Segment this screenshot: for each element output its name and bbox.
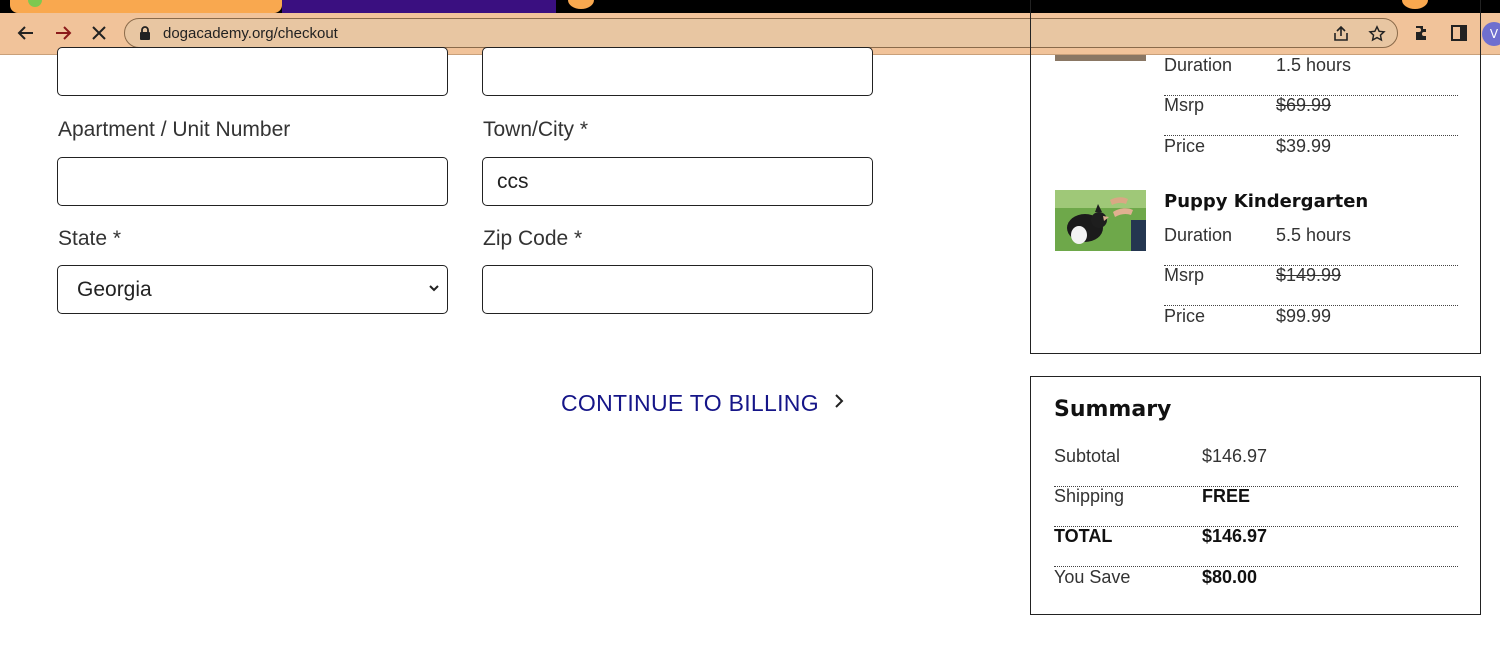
town-input[interactable]: ccs bbox=[482, 157, 873, 206]
price-label: Price bbox=[1164, 306, 1206, 326]
product-image bbox=[1055, 190, 1146, 251]
msrp-label: Msrp bbox=[1164, 265, 1204, 285]
state-select[interactable]: Georgia bbox=[57, 265, 448, 314]
tab-favicon bbox=[28, 0, 42, 7]
total-label: TOTAL bbox=[1054, 526, 1113, 546]
item-1-duration-row: Duration 1.5 hours bbox=[1164, 55, 1458, 96]
msrp-label: Msrp bbox=[1164, 95, 1204, 115]
subtotal-value: $146.97 bbox=[1202, 446, 1268, 466]
chevron-right-icon bbox=[833, 393, 845, 414]
price-value: $99.99 bbox=[1276, 306, 1332, 326]
item-2-price-row: Price $99.99 bbox=[1164, 306, 1458, 346]
forward-icon[interactable] bbox=[51, 21, 75, 45]
total-row: TOTAL $146.97 bbox=[1054, 526, 1458, 567]
item-1-price-row: Price $39.99 bbox=[1164, 136, 1458, 176]
zip-label: Zip Code * bbox=[483, 227, 583, 250]
state-label: State * bbox=[58, 227, 122, 250]
msrp-value: $69.99 bbox=[1276, 95, 1332, 115]
duration-label: Duration bbox=[1164, 225, 1233, 245]
address-right-input[interactable] bbox=[482, 47, 873, 96]
zip-input[interactable] bbox=[482, 265, 873, 314]
address-line-input[interactable] bbox=[57, 47, 448, 96]
url-text[interactable]: dogacademy.org/checkout bbox=[163, 25, 338, 42]
product-title: Puppy Kindergarten bbox=[1164, 191, 1369, 212]
shipping-value: FREE bbox=[1202, 486, 1251, 506]
total-value: $146.97 bbox=[1202, 526, 1268, 546]
subtotal-label: Subtotal bbox=[1054, 446, 1121, 466]
duration-value: 1.5 hours bbox=[1276, 55, 1352, 75]
duration-label: Duration bbox=[1164, 55, 1233, 75]
summary-title: Summary bbox=[1054, 397, 1172, 422]
price-label: Price bbox=[1164, 136, 1206, 156]
item-2-msrp-row: Msrp $149.99 bbox=[1164, 265, 1458, 306]
state-select-value: Georgia bbox=[77, 278, 152, 301]
tab-favicon[interactable] bbox=[568, 0, 594, 9]
subtotal-row: Subtotal $146.97 bbox=[1054, 446, 1458, 487]
browser-tab-active[interactable] bbox=[10, 0, 282, 13]
town-label: Town/City * bbox=[483, 118, 589, 141]
you-save-value: $80.00 bbox=[1202, 567, 1258, 587]
price-value: $39.99 bbox=[1276, 136, 1332, 156]
shipping-row: Shipping FREE bbox=[1054, 486, 1458, 527]
item-2-duration-row: Duration 5.5 hours bbox=[1164, 225, 1458, 266]
stop-loading-icon[interactable] bbox=[87, 21, 111, 45]
you-save-label: You Save bbox=[1054, 567, 1131, 587]
duration-value: 5.5 hours bbox=[1276, 225, 1352, 245]
continue-label: CONTINUE TO BILLING bbox=[561, 390, 819, 416]
shipping-label: Shipping bbox=[1054, 486, 1125, 506]
browser-tab[interactable] bbox=[282, 0, 556, 13]
back-icon[interactable] bbox=[14, 21, 38, 45]
apartment-label: Apartment / Unit Number bbox=[58, 118, 291, 141]
item-1-msrp-row: Msrp $69.99 bbox=[1164, 95, 1458, 136]
continue-to-billing-button[interactable]: CONTINUE TO BILLING bbox=[561, 390, 845, 417]
profile-avatar[interactable]: V bbox=[1482, 22, 1500, 46]
msrp-value: $149.99 bbox=[1276, 265, 1342, 285]
product-image bbox=[1055, 55, 1146, 61]
lock-icon bbox=[139, 26, 151, 45]
chevron-down-icon bbox=[427, 280, 441, 299]
you-save-row: You Save $80.00 bbox=[1054, 567, 1458, 607]
apartment-input[interactable] bbox=[57, 157, 448, 206]
